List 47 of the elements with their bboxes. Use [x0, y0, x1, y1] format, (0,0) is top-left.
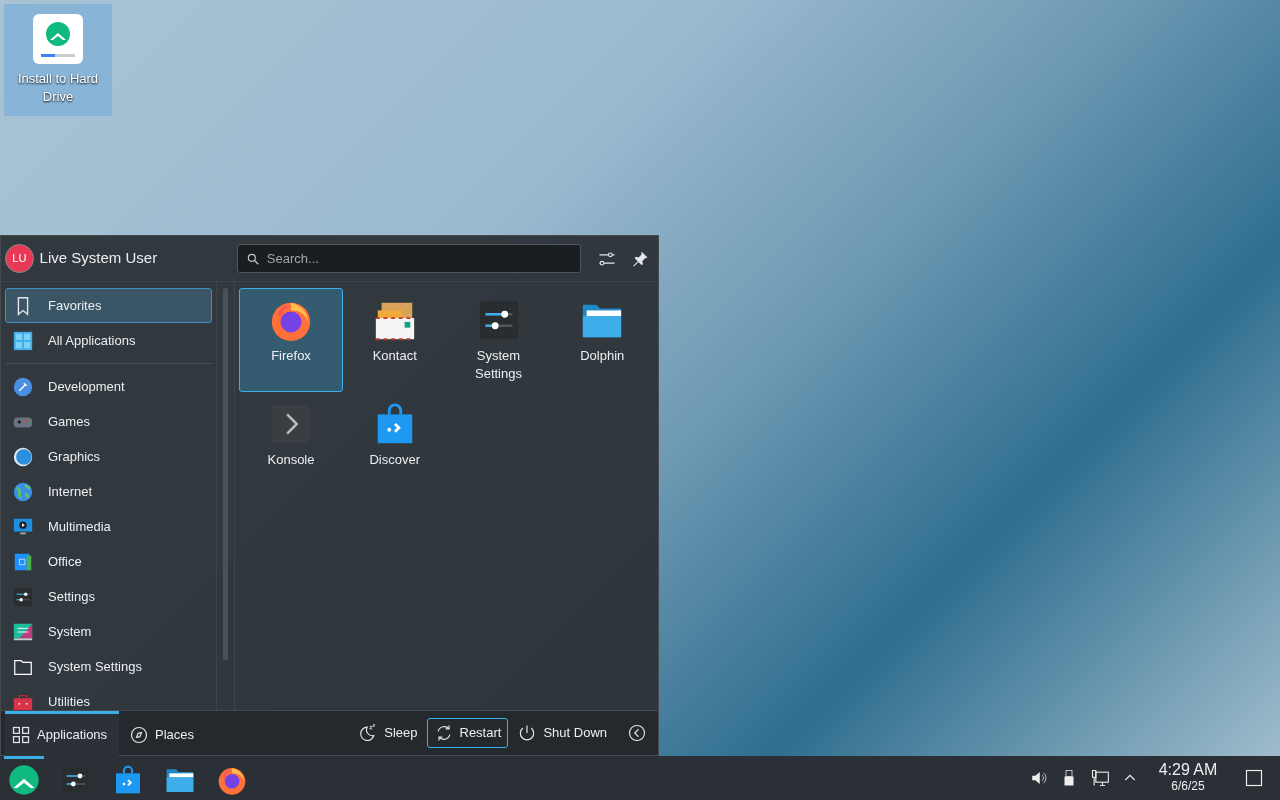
app-tile[interactable]: Dolphin	[550, 288, 655, 392]
clock[interactable]: 4:29 AM 6/6/25	[1152, 761, 1224, 795]
app-tile[interactable]: Firefox	[239, 288, 343, 392]
power-button[interactable]: Shut Down	[510, 718, 614, 748]
category-item[interactable]: System	[5, 614, 212, 649]
category-item[interactable]: Graphics	[5, 439, 212, 474]
sleep-icon	[358, 723, 379, 743]
pin-icon	[631, 249, 650, 268]
category-item[interactable]: Favorites	[5, 288, 212, 323]
app-tile[interactable]: Discover	[342, 392, 447, 496]
volume-icon[interactable]	[1030, 769, 1048, 787]
app-tile[interactable]: Kontact	[342, 288, 447, 392]
app-tile[interactable]: Konsole	[239, 392, 343, 496]
power-button[interactable]: Restart	[426, 718, 509, 748]
user-name: Live System User	[39, 248, 159, 269]
category-item[interactable]: Games	[5, 404, 212, 439]
user-avatar[interactable]: LU	[5, 244, 34, 273]
power-button[interactable]: Sleep	[351, 718, 425, 748]
category-item[interactable]: Settings	[5, 579, 212, 614]
clock-date: 6/6/25	[1171, 778, 1205, 795]
category-item[interactable]: Multimedia	[5, 509, 212, 544]
search-field[interactable]: Search...	[236, 244, 581, 273]
chevron-left-icon	[628, 724, 646, 742]
category-item[interactable]: Internet	[5, 474, 212, 509]
category-item[interactable]: All Applications	[5, 323, 212, 358]
show-desktop-icon[interactable]	[1244, 768, 1264, 788]
network-icon[interactable]	[1090, 768, 1110, 788]
settings-icon	[12, 585, 34, 608]
internet-icon	[12, 480, 34, 503]
search-icon	[245, 252, 260, 266]
category-item[interactable]: Utilities	[5, 684, 212, 710]
graphics-icon	[12, 445, 34, 468]
footer-tab[interactable]: Places	[123, 710, 237, 756]
launcher-icon	[8, 763, 40, 796]
installer-icon	[31, 12, 85, 66]
gridline-icon	[11, 724, 31, 745]
clock-time: 4:29 AM	[1158, 761, 1218, 778]
compass-icon	[129, 724, 149, 745]
app-tile[interactable]: System Settings	[446, 288, 551, 392]
scrollbar[interactable]	[223, 288, 228, 660]
category-item[interactable]: Development	[5, 369, 212, 404]
grid-icon	[12, 329, 34, 352]
desktop-icon-label: Install to Hard Drive	[16, 70, 100, 106]
development-icon	[12, 375, 34, 398]
footer-tab[interactable]: Applications	[5, 710, 119, 756]
category-item[interactable]: System Settings	[5, 649, 212, 684]
category-item[interactable]: Office	[5, 544, 212, 579]
